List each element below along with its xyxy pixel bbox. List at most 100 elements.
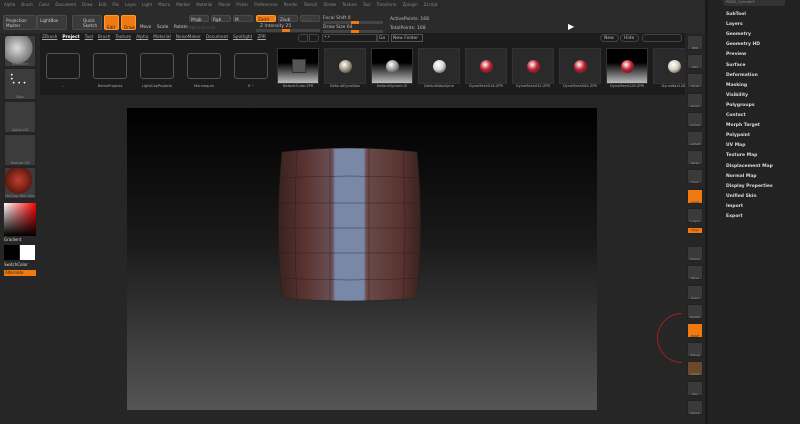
secondary-color[interactable] — [4, 245, 19, 260]
move-button[interactable]: Move — [687, 265, 703, 281]
mrgb-button[interactable]: Mrgb — [189, 15, 209, 22]
project-item[interactable]: DefaultSphere.ZI — [371, 48, 413, 90]
panel-uv-map[interactable]: UV Map — [726, 143, 745, 148]
menu-marker[interactable]: Marker — [176, 2, 190, 7]
panel-export[interactable]: Export — [726, 214, 743, 219]
texture-thumbnail[interactable]: Texture Off — [4, 134, 36, 166]
tab-zbrush[interactable]: ZBrush — [42, 35, 57, 43]
panel-polygroups[interactable]: Polygroups — [726, 103, 755, 108]
rgb-button[interactable]: Rgb — [211, 15, 231, 22]
polyf-button[interactable]: PolyF — [687, 323, 703, 338]
draw-button[interactable]: Draw — [121, 15, 136, 30]
menu-texture[interactable]: Texture — [342, 2, 357, 7]
frame-button[interactable]: Frame — [687, 246, 703, 262]
tool-name[interactable]: PM3D_Cylinder3 — [723, 0, 785, 6]
zsub-button[interactable]: Zsub — [278, 15, 298, 22]
menu-draw[interactable]: Draw — [82, 2, 92, 7]
gradient-label[interactable]: Gradient — [4, 237, 21, 242]
menu-material[interactable]: Material — [196, 2, 212, 7]
menu-preferences[interactable]: Preferences — [254, 2, 278, 7]
tab-spotlight[interactable]: Spotlight — [233, 35, 252, 43]
panel-deformation[interactable]: Deformation — [726, 73, 758, 78]
document-viewport[interactable] — [127, 108, 597, 410]
scale-button[interactable]: Scale — [687, 284, 703, 300]
quick-sketch-button[interactable]: Quick Sketch — [72, 15, 102, 30]
edit-button[interactable]: Edit — [104, 15, 119, 30]
project-item[interactable]: DynaMesh032.ZPR — [512, 48, 554, 90]
tab-noisemaker[interactable]: NoiseMaker — [176, 35, 201, 43]
floor-button[interactable]: Floor — [687, 169, 703, 185]
stroke-thumbnail[interactable]: Dots • • • • • — [4, 68, 36, 100]
menu-zscript[interactable]: Zscript — [424, 2, 438, 7]
project-item[interactable]: DefaultDynaWax — [324, 48, 366, 90]
hide-button[interactable]: Hide — [620, 34, 639, 42]
panel-geometry[interactable]: Geometry — [726, 32, 751, 37]
tab-texture[interactable]: Texture — [115, 35, 131, 43]
rgb-intensity-slider[interactable]: Rgb Intensity — [189, 25, 216, 30]
brush-thumbnail[interactable]: Standard — [4, 35, 36, 67]
menu-light[interactable]: Light — [142, 2, 152, 7]
folder-item[interactable]: DemoProjects — [89, 48, 131, 90]
new-button[interactable]: New — [600, 34, 619, 42]
zadd-button[interactable]: Zadd — [256, 15, 276, 22]
menu-stroke[interactable]: Stroke — [323, 2, 336, 7]
zcut-button[interactable]: Zcut — [300, 15, 320, 22]
spix-button[interactable]: SPix — [687, 54, 703, 70]
new-folder-button[interactable]: New Folder — [391, 34, 423, 42]
menu-zplugin[interactable]: Zplugin — [403, 2, 418, 7]
menu-document[interactable]: Document — [55, 2, 76, 7]
move-button[interactable]: Move — [138, 15, 153, 30]
projection-master-button[interactable]: Projection Master — [3, 15, 37, 30]
search-input[interactable]: *.* — [322, 34, 377, 42]
panel-texture-map[interactable]: Texture Map — [726, 153, 757, 158]
next-arrow-icon[interactable] — [309, 34, 319, 42]
lightbox-button[interactable]: LightBox — [37, 15, 67, 30]
tab-brush[interactable]: Brush — [98, 35, 110, 43]
tab-zpr[interactable]: ZPR — [257, 35, 266, 43]
folder-item[interactable]: LightCapProjects — [136, 48, 178, 90]
tab-material[interactable]: Material — [153, 35, 170, 43]
switch-color-button[interactable]: SwitchColor — [4, 262, 28, 267]
panel-scrollbar[interactable] — [705, 0, 708, 424]
menu-movie[interactable]: Movie — [218, 2, 230, 7]
qxyz-button[interactable]: Qxyz — [687, 227, 703, 234]
project-item[interactable]: DefaultWaxSphe — [418, 48, 460, 90]
menu-edit[interactable]: Edit — [99, 2, 107, 7]
local-button[interactable]: Local — [687, 188, 703, 204]
folder-item[interactable]: .. — [42, 48, 84, 90]
menu-render[interactable]: Render — [284, 2, 298, 7]
alternate-button[interactable]: Alternate — [4, 270, 36, 276]
solo-button[interactable]: Solo — [687, 380, 703, 396]
panel-preview[interactable]: Preview — [726, 52, 746, 57]
main-color[interactable] — [20, 245, 35, 260]
color-picker[interactable] — [4, 203, 36, 236]
panel-geometry-hd[interactable]: Geometry HD — [726, 42, 760, 47]
project-item[interactable]: DynaMesh128.ZPR — [606, 48, 648, 90]
scale-button[interactable]: Scale — [155, 15, 170, 30]
panel-displacement-map[interactable]: Displacement Map — [726, 164, 773, 169]
menu-layer[interactable]: Layer — [125, 2, 136, 7]
panel-morph-target[interactable]: Morph Target — [726, 123, 760, 128]
menu-macro[interactable]: Macro — [158, 2, 170, 7]
panel-polypaint[interactable]: Polypaint — [726, 133, 750, 138]
menu-stencil[interactable]: Stencil — [304, 2, 318, 7]
menu-alpha[interactable]: Alpha — [4, 2, 15, 7]
panel-unified-skin[interactable]: Unified Skin — [726, 194, 757, 199]
menu-tool[interactable]: Tool — [363, 2, 371, 7]
tab-alpha[interactable]: Alpha — [136, 35, 148, 43]
tab-document[interactable]: Document — [206, 35, 228, 43]
panel-normal-map[interactable]: Normal Map — [726, 174, 757, 179]
panel-surface[interactable]: Surface — [726, 63, 745, 68]
panel-masking[interactable]: Masking — [726, 83, 747, 88]
project-item[interactable]: DynaMesh016.ZPR — [465, 48, 507, 90]
tab-project[interactable]: Project — [62, 35, 79, 43]
project-item[interactable]: DynaMesh064.ZPR — [559, 48, 601, 90]
folder-item[interactable]: if ~ — [230, 48, 272, 90]
prev-arrow-icon[interactable] — [298, 34, 308, 42]
menu-picker[interactable]: Picker — [236, 2, 248, 7]
panel-contact[interactable]: Contact — [726, 113, 746, 118]
lsym-button[interactable]: L.Sym — [687, 207, 703, 223]
panel-visibility[interactable]: Visibility — [726, 93, 748, 98]
view-mode-buttons[interactable] — [642, 34, 682, 42]
menu-brush[interactable]: Brush — [21, 2, 33, 7]
